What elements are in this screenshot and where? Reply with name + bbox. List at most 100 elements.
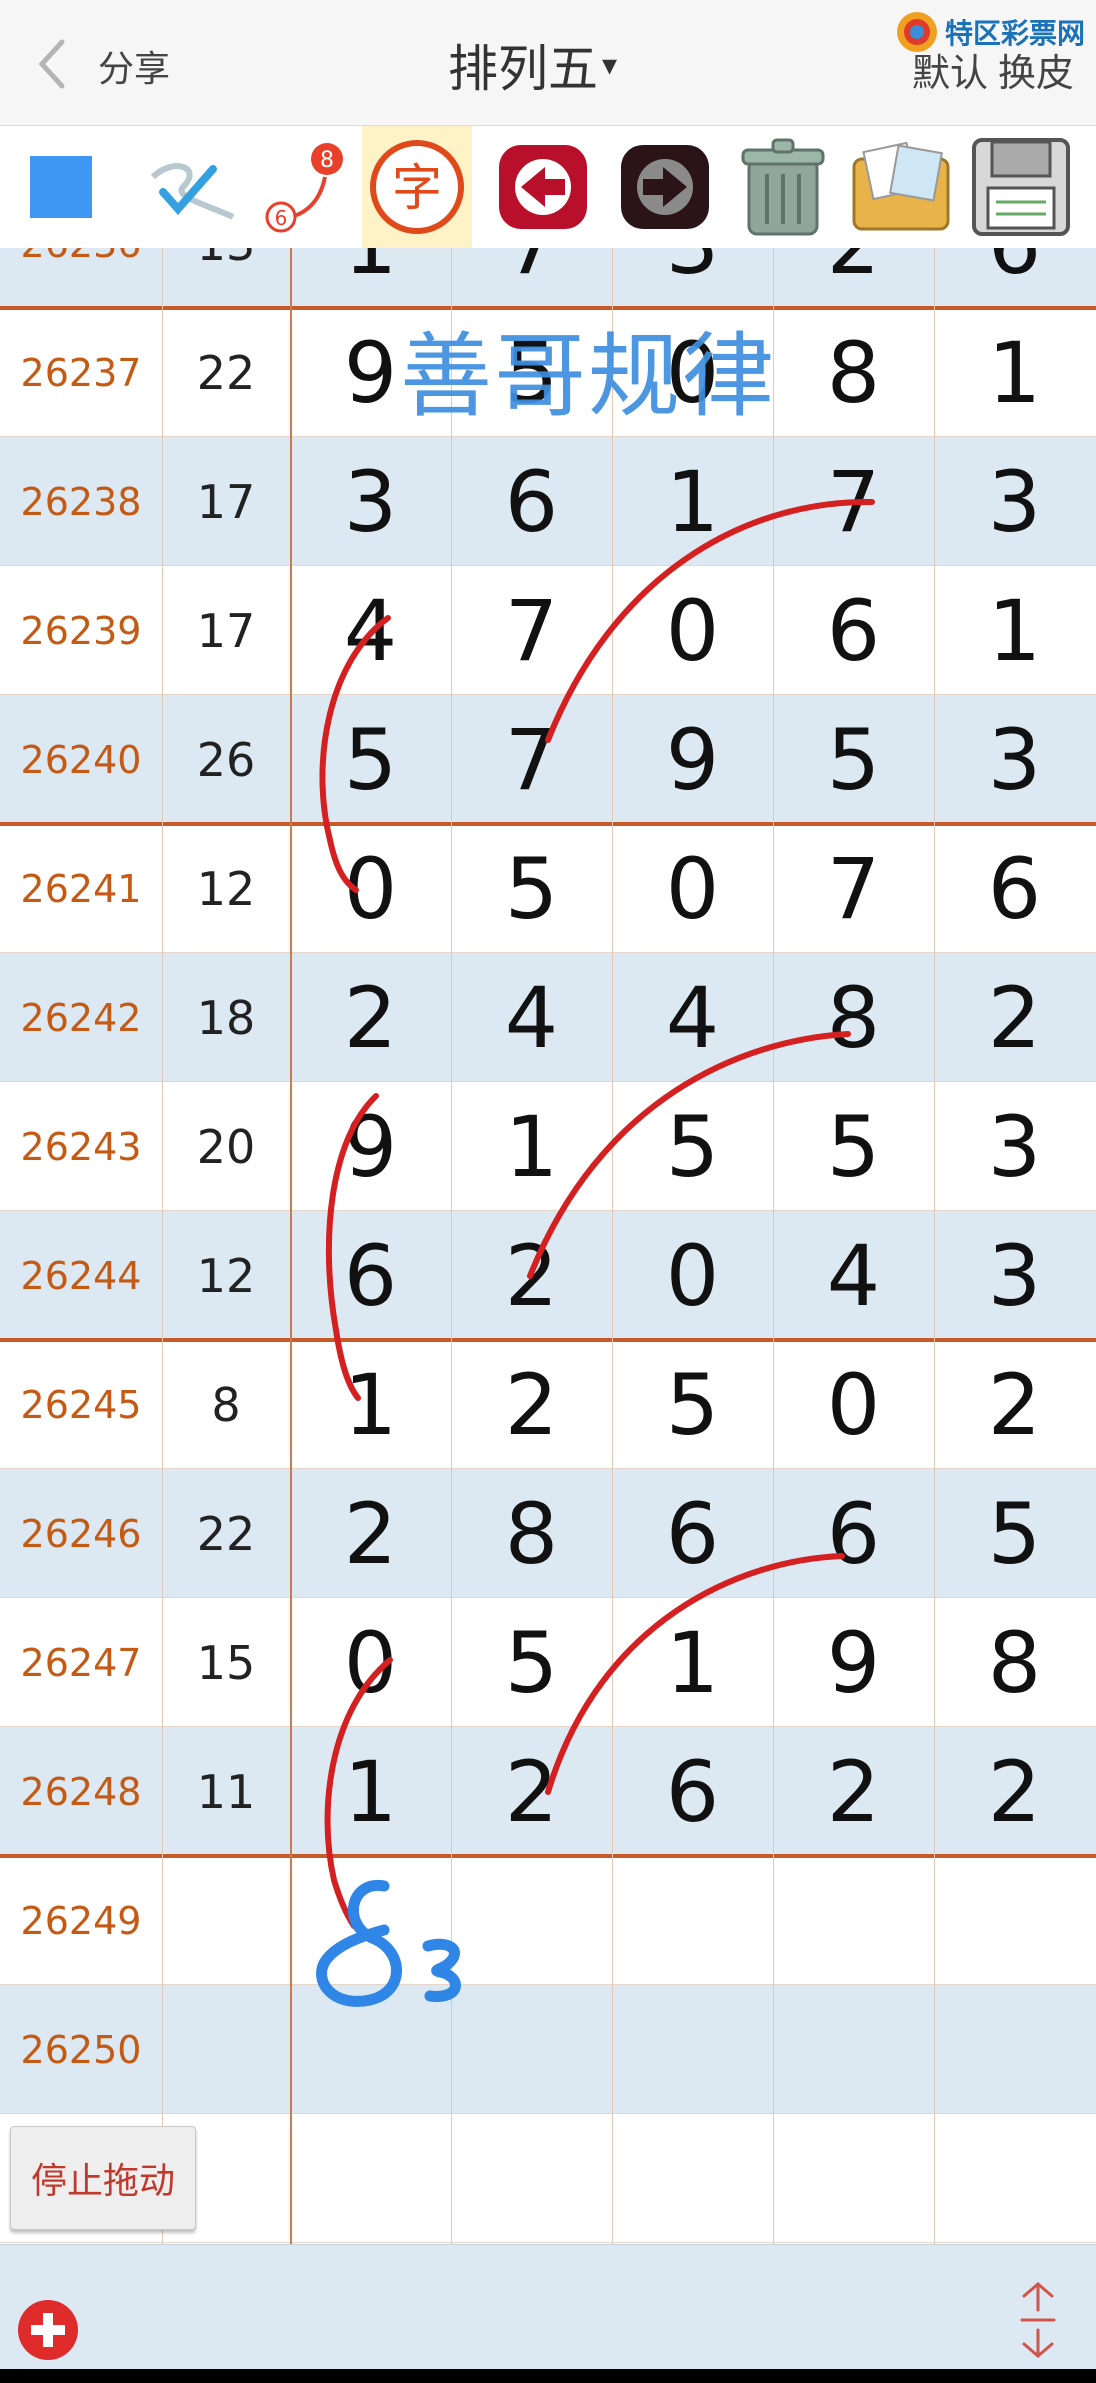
digit-cell[interactable]: 6: [773, 566, 934, 695]
digit-cell[interactable]: [612, 1985, 773, 2114]
connect-tool-button[interactable]: 8 6: [252, 126, 362, 248]
digit-cell[interactable]: [773, 2114, 934, 2243]
digit-cell[interactable]: [451, 1856, 612, 1985]
table-row[interactable]: 26240 26 5 7 9 5 3: [0, 695, 1096, 824]
table-row[interactable]: 26242 18 2 4 4 8 2: [0, 953, 1096, 1082]
digit-cell[interactable]: [773, 1985, 934, 2114]
digit-cell[interactable]: 0: [612, 824, 773, 953]
digit-cell[interactable]: 4: [612, 953, 773, 1082]
digit-cell[interactable]: [290, 2114, 451, 2243]
draw-table[interactable]: 2623613173262623722950812623817361732623…: [0, 248, 1096, 2244]
digit-cell[interactable]: [934, 1856, 1095, 1985]
digit-cell[interactable]: 2: [451, 1727, 612, 1856]
digit-cell[interactable]: 4: [290, 566, 451, 695]
color-picker-button[interactable]: [6, 126, 116, 248]
chevron-left-icon[interactable]: [32, 36, 72, 92]
digit-cell[interactable]: 4: [773, 1211, 934, 1340]
skin-change-button[interactable]: 换皮: [998, 51, 1074, 95]
table-row[interactable]: 26244 12 6 2 0 4 3: [0, 1211, 1096, 1340]
digit-cell[interactable]: 5: [612, 1340, 773, 1469]
digit-cell[interactable]: 9: [612, 695, 773, 824]
share-button[interactable]: 分享: [98, 40, 170, 92]
digit-cell[interactable]: 1: [290, 1340, 451, 1469]
digit-cell[interactable]: 5: [612, 1082, 773, 1211]
digit-cell[interactable]: 5: [773, 1082, 934, 1211]
text-tool-button[interactable]: 字: [362, 126, 472, 248]
table-row[interactable]: 26248 11 1 2 6 2 2: [0, 1727, 1096, 1856]
digit-cell[interactable]: [934, 2114, 1095, 2243]
table-row[interactable]: 26238 17 3 6 1 7 3: [0, 437, 1096, 566]
table-row[interactable]: 26239 17 4 7 0 6 1: [0, 566, 1096, 695]
digit-cell[interactable]: 2: [934, 953, 1095, 1082]
digit-cell[interactable]: 1: [612, 437, 773, 566]
digit-cell[interactable]: 8: [773, 953, 934, 1082]
undo-button[interactable]: [488, 126, 598, 248]
save-button[interactable]: [966, 126, 1076, 248]
digit-cell[interactable]: 9: [290, 1082, 451, 1211]
digit-cell[interactable]: 3: [934, 1082, 1095, 1211]
digit-cell[interactable]: 1: [290, 1727, 451, 1856]
table-row[interactable]: 262361317326: [0, 248, 1096, 308]
digit-cell[interactable]: [773, 1856, 934, 1985]
digit-cell[interactable]: 1: [612, 1598, 773, 1727]
digit-cell[interactable]: 0: [612, 566, 773, 695]
digit-cell[interactable]: 8: [451, 1469, 612, 1598]
digit-cell[interactable]: 7: [451, 695, 612, 824]
digit-cell[interactable]: 5: [451, 824, 612, 953]
digit-cell[interactable]: 0: [290, 1598, 451, 1727]
digit-cell[interactable]: 2: [934, 1727, 1095, 1856]
table-row[interactable]: 26247 15 0 5 1 9 8: [0, 1598, 1096, 1727]
pen-tool-button[interactable]: [136, 126, 246, 248]
digit-cell[interactable]: 8: [773, 308, 934, 437]
digit-cell[interactable]: 7: [451, 566, 612, 695]
redo-button[interactable]: [610, 126, 720, 248]
digit-cell[interactable]: 3: [290, 437, 451, 566]
digit-cell[interactable]: 2: [290, 953, 451, 1082]
digit-cell[interactable]: 3: [612, 248, 773, 308]
digit-cell[interactable]: 5: [451, 1598, 612, 1727]
digit-cell[interactable]: 3: [934, 437, 1095, 566]
digit-cell[interactable]: 0: [773, 1340, 934, 1469]
digit-cell[interactable]: 1: [290, 248, 451, 308]
digit-cell[interactable]: [451, 2114, 612, 2243]
digit-cell[interactable]: 1: [934, 308, 1095, 437]
digit-cell[interactable]: 6: [934, 824, 1095, 953]
digit-cell[interactable]: 3: [934, 1211, 1095, 1340]
digit-cell[interactable]: 0: [612, 1211, 773, 1340]
table-row[interactable]: 26243 20 9 1 5 5 3: [0, 1082, 1096, 1211]
digit-cell[interactable]: 6: [934, 248, 1095, 308]
digit-cell[interactable]: 7: [773, 437, 934, 566]
digit-cell[interactable]: 5: [934, 1469, 1095, 1598]
table-row[interactable]: 26241 12 0 5 0 7 6: [0, 824, 1096, 953]
digit-cell[interactable]: 7: [451, 248, 612, 308]
digit-cell[interactable]: 8: [934, 1598, 1095, 1727]
table-row[interactable]: 26246 22 2 8 6 6 5: [0, 1469, 1096, 1598]
lottery-type-selector[interactable]: 排列五 ▾: [448, 30, 617, 100]
table-row[interactable]: 26245 8 1 2 5 0 2: [0, 1340, 1096, 1469]
digit-cell[interactable]: 6: [290, 1211, 451, 1340]
digit-cell[interactable]: 2: [290, 1469, 451, 1598]
digit-cell[interactable]: 9: [773, 1598, 934, 1727]
digit-cell[interactable]: 4: [451, 953, 612, 1082]
digit-cell[interactable]: 6: [612, 1469, 773, 1598]
digit-cell[interactable]: 6: [451, 437, 612, 566]
table-row[interactable]: 26250: [0, 1985, 1096, 2114]
digit-cell[interactable]: 2: [773, 248, 934, 308]
skin-default-button[interactable]: 默认: [912, 51, 988, 95]
digit-cell[interactable]: [612, 1856, 773, 1985]
digit-cell[interactable]: 1: [451, 1082, 612, 1211]
digit-cell[interactable]: 6: [612, 1727, 773, 1856]
stop-drag-button[interactable]: 停止拖动: [10, 2126, 196, 2230]
digit-cell[interactable]: 2: [451, 1211, 612, 1340]
digit-cell[interactable]: 0: [290, 824, 451, 953]
digit-cell[interactable]: [290, 1985, 451, 2114]
digit-cell[interactable]: 6: [773, 1469, 934, 1598]
add-circle-icon[interactable]: [18, 2300, 78, 2360]
digit-cell[interactable]: 2: [451, 1340, 612, 1469]
digit-cell[interactable]: 2: [773, 1727, 934, 1856]
digit-cell[interactable]: 1: [934, 566, 1095, 695]
digit-cell[interactable]: 5: [773, 695, 934, 824]
clear-button[interactable]: [728, 126, 838, 248]
digit-cell[interactable]: [934, 1985, 1095, 2114]
digit-cell[interactable]: 7: [773, 824, 934, 953]
